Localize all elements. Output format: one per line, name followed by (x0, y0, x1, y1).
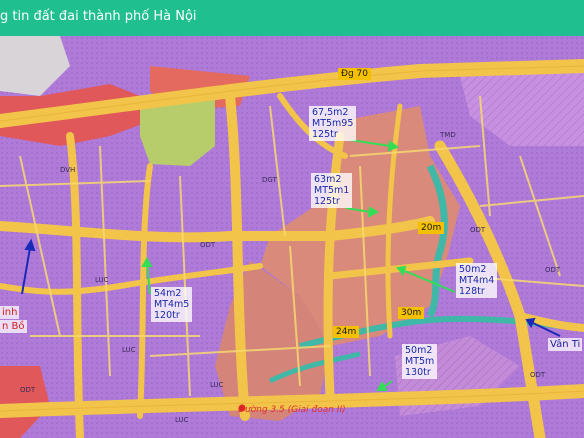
parcel-frontage: MT4m4 (459, 275, 495, 286)
parcel-label-3[interactable]: 50m2 MT4m4 128tr (456, 263, 498, 298)
zone-code: DGT (262, 176, 277, 184)
parcel-area: 50m2 (459, 264, 487, 275)
zone-code: LUC (122, 346, 136, 354)
zone-code: ODT (545, 266, 561, 274)
place-label-left-2: n Bồ (0, 320, 27, 333)
parcel-frontage: MT5m95 (312, 118, 354, 129)
zone-code: ODT (470, 226, 486, 234)
zone-code: DVH (60, 166, 76, 174)
parcel-frontage: MT5m1 (314, 185, 350, 196)
road-name-ring-3-5: Đường 3.5 (Giai đoạn II) (238, 405, 346, 415)
parcel-label-4[interactable]: 54m2 MT4m5 120tr (151, 287, 193, 322)
place-label-right: Vân Ti (548, 338, 583, 351)
app-title: g tin đất đai thành phố Hà Nội (0, 9, 197, 24)
parcel-price: 125tr (314, 196, 340, 207)
map-canvas[interactable] (0, 36, 584, 438)
parcel-frontage: MT5m (405, 356, 435, 367)
parcel-area: 63m2 (314, 174, 342, 185)
zone-code: ODT (530, 371, 546, 379)
parcel-label-1[interactable]: 67,5m2 MT5m95 125tr (309, 106, 357, 141)
parcel-price: 130tr (405, 367, 431, 378)
place-label-left-1: inh (0, 306, 20, 319)
zone-code: LUC (175, 416, 189, 424)
land-use-map[interactable]: ODT LUC DGT ODT LUC ODT DVH ODT LUC ODT … (0, 36, 584, 438)
zone-code: ODT (20, 386, 36, 394)
parcel-label-2[interactable]: 63m2 MT5m1 125tr (311, 173, 353, 208)
zone-code: LUC (95, 276, 109, 284)
zone-code: LUC (210, 381, 224, 389)
road-width-24m: 24m (333, 326, 360, 338)
road-width-20m: 20m (418, 222, 445, 234)
app-header: g tin đất đai thành phố Hà Nội (0, 0, 584, 36)
zone-code: ODT (200, 241, 216, 249)
parcel-price: 120tr (154, 310, 180, 321)
parcel-frontage: MT4m5 (154, 299, 190, 310)
parcel-area: 54m2 (154, 288, 182, 299)
road-width-30m: 30m (398, 307, 425, 319)
parcel-price: 125tr (312, 129, 338, 140)
parcel-label-5[interactable]: 50m2 MT5m 130tr (402, 344, 438, 379)
road-label-d70: Đg 70 (338, 68, 371, 80)
parcel-area: 50m2 (405, 345, 433, 356)
parcel-price: 128tr (459, 286, 485, 297)
parcel-area: 67,5m2 (312, 107, 349, 118)
zone-code: TMD (440, 131, 456, 139)
